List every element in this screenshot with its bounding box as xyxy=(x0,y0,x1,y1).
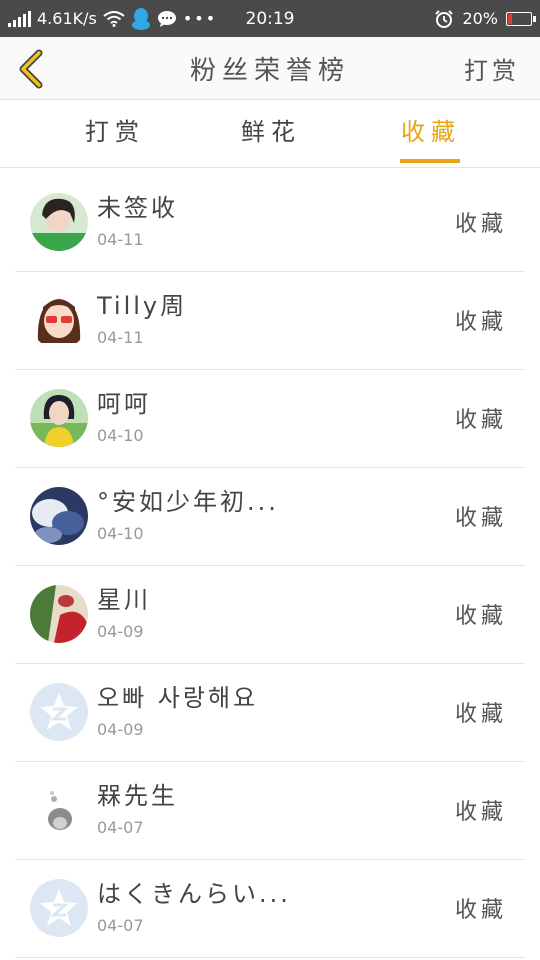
network-speed: 4.61K/s xyxy=(37,9,97,28)
action-label: 收藏 xyxy=(454,408,507,433)
action-label: 收藏 xyxy=(454,898,507,923)
user-name: 未签收 xyxy=(97,194,178,222)
user-name: 星川 xyxy=(97,586,151,614)
avatar xyxy=(30,585,88,643)
more-notifications-icon: ••• xyxy=(182,9,218,28)
page-title: 粉丝荣誉榜 xyxy=(189,55,350,86)
status-bar: 4.61K/s ••• 20:19 20% xyxy=(0,0,540,37)
battery-icon xyxy=(506,11,536,26)
user-name: はくきんらい... xyxy=(97,880,291,908)
action-label: 收藏 xyxy=(454,506,507,531)
user-name: Tilly周 xyxy=(97,292,188,320)
qq-icon xyxy=(131,7,150,30)
date: 04-07 xyxy=(97,916,144,935)
date: 04-10 xyxy=(97,524,144,543)
wifi-icon xyxy=(103,10,125,27)
tab-flowers[interactable]: 鲜花 xyxy=(241,112,301,147)
qzone-star-icon xyxy=(30,683,88,741)
date: 04-07 xyxy=(97,818,144,837)
list-item[interactable]: 呵呵 04-10 收藏 xyxy=(15,370,525,468)
avatar xyxy=(30,193,88,251)
avatar xyxy=(30,487,88,545)
user-name: 槑先生 xyxy=(97,782,178,810)
list-item[interactable]: 未签收 04-11 收藏 xyxy=(15,174,525,272)
date: 04-11 xyxy=(97,328,144,347)
list-item[interactable]: 오빠 사랑해요 04-09 收藏 xyxy=(15,664,525,762)
reward-button[interactable]: 打赏 xyxy=(464,51,520,86)
list-item[interactable]: はくきんらい... 04-07 收藏 xyxy=(15,860,525,958)
battery-percent: 20% xyxy=(462,9,498,28)
fan-list: 未签收 04-11 收藏 Tilly周 04-11 收藏 呵呵 04-10 收藏… xyxy=(15,174,525,958)
user-name: 呵呵 xyxy=(97,390,151,418)
date: 04-10 xyxy=(97,426,144,445)
avatar xyxy=(30,291,88,349)
active-tab-indicator xyxy=(400,159,460,163)
signal-icon xyxy=(8,10,31,27)
action-label: 收藏 xyxy=(454,212,507,237)
qzone-star-icon xyxy=(30,879,88,937)
date: 04-11 xyxy=(97,230,144,249)
date: 04-09 xyxy=(97,720,144,739)
tab-bar: 打赏 鲜花 收藏 xyxy=(0,100,540,168)
tab-collect[interactable]: 收藏 xyxy=(401,112,461,147)
user-name: 오빠 사랑해요 xyxy=(97,684,259,712)
list-item[interactable]: °安如少年初... 04-10 收藏 xyxy=(15,468,525,566)
avatar xyxy=(30,879,88,937)
action-label: 收藏 xyxy=(454,604,507,629)
chat-icon xyxy=(157,10,176,27)
avatar xyxy=(30,683,88,741)
user-name: °安如少年初... xyxy=(97,488,279,516)
action-label: 收藏 xyxy=(454,702,507,727)
header: 粉丝荣誉榜 打赏 xyxy=(0,37,540,100)
action-label: 收藏 xyxy=(454,800,507,825)
action-label: 收藏 xyxy=(454,310,507,335)
list-item[interactable]: 星川 04-09 收藏 xyxy=(15,566,525,664)
avatar xyxy=(30,781,88,839)
list-item[interactable]: Tilly周 04-11 收藏 xyxy=(15,272,525,370)
tab-reward[interactable]: 打赏 xyxy=(85,112,145,147)
avatar xyxy=(30,389,88,447)
date: 04-09 xyxy=(97,622,144,641)
list-item[interactable]: 槑先生 04-07 收藏 xyxy=(15,762,525,860)
alarm-icon xyxy=(435,9,454,28)
